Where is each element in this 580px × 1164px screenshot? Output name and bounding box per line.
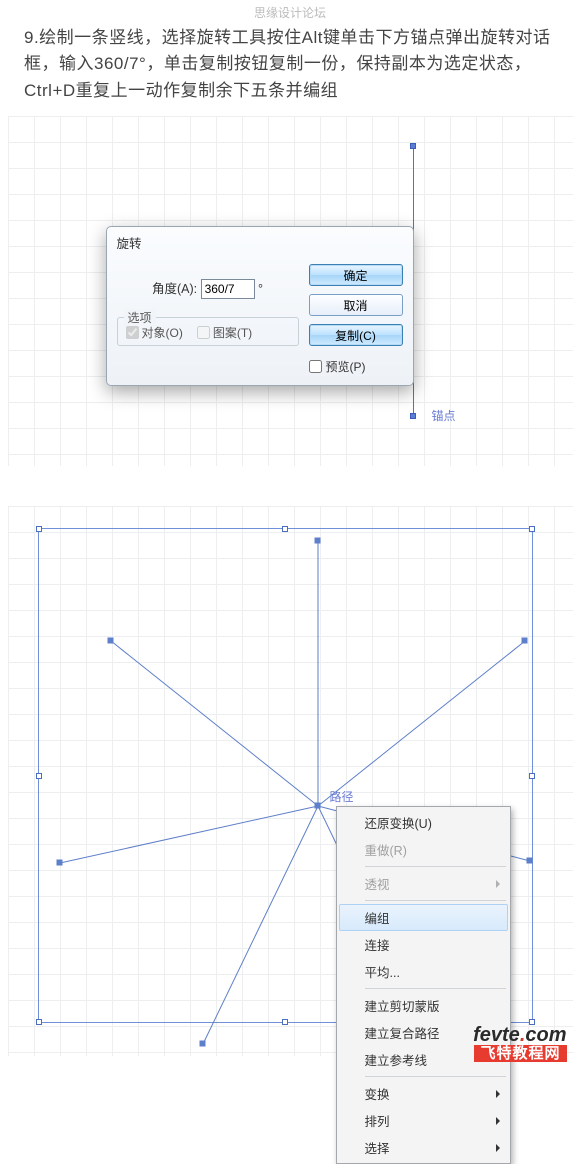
context-menu: 还原变换(U) 重做(R) 透视 编组 连接 平均... 建立剪切蒙版 建立复合… [336,806,511,1164]
path-label: 路径 [330,788,354,805]
ctx-item-group[interactable]: 编组 [339,904,508,931]
preview-checkbox[interactable]: 预览(P) [309,358,403,375]
pattern-checkbox-label: 图案(T) [213,324,252,341]
brand-suffix: com [525,1024,566,1046]
rotate-dialog: 旋转 角度(A): ° 选项 对象(O) [106,226,414,386]
ctx-item-transform[interactable]: 变换 [339,1080,508,1107]
submenu-arrow-icon [496,1090,500,1098]
anchor-label: 锚点 [432,407,456,424]
object-checkbox-label: 对象(O) [142,324,183,341]
footer-branding: fevte.com 飞特教程网 [473,1025,566,1062]
preview-checkbox-input[interactable] [309,360,322,373]
canvas-top[interactable]: 锚点 旋转 角度(A): ° 选项 对象(O) [8,116,573,466]
pattern-checkbox-input[interactable] [197,326,210,339]
ctx-separator [365,866,506,867]
ctx-item-join[interactable]: 连接 [339,931,508,958]
object-checkbox[interactable]: 对象(O) [126,324,183,341]
ctx-item-select[interactable]: 选择 [339,1134,508,1161]
ctx-separator [365,900,506,901]
ctx-item-label: 变换 [365,1088,390,1102]
options-group: 选项 对象(O) 图案(T) [117,317,299,346]
ctx-item-label: 排列 [365,1115,390,1129]
watermark-text: 思缘设计论坛 [0,0,580,25]
anchor-point-bottom[interactable] [410,413,416,419]
angle-row: 角度(A): ° [117,278,299,299]
brand-logo: fevte.com [473,1025,566,1045]
angle-label: 角度(A): [152,282,197,296]
submenu-arrow-icon [496,1144,500,1152]
object-checkbox-input[interactable] [126,326,139,339]
preview-checkbox-label: 预览(P) [326,358,366,375]
ctx-item-label: 透视 [365,878,390,892]
ctx-item-label: 选择 [365,1142,390,1156]
site-name: 飞特教程网 [474,1045,566,1062]
ctx-separator [365,1076,506,1077]
pattern-checkbox[interactable]: 图案(T) [197,324,252,341]
ctx-item-average[interactable]: 平均... [339,958,508,985]
submenu-arrow-icon [496,880,500,888]
angle-input[interactable] [201,279,255,299]
canvas-bottom[interactable]: 路径 还原变换(U) 重做(R) 透视 编组 连接 平均... 建立剪切蒙版 建… [8,506,573,1056]
anchor-point-top[interactable] [410,143,416,149]
ctx-item-arrange[interactable]: 排列 [339,1107,508,1134]
step-instruction: 9.绘制一条竖线，选择旋转工具按住Alt键单击下方锚点弹出旋转对话框，输入360… [0,25,580,116]
ctx-item-perspective: 透视 [339,870,508,897]
copy-button[interactable]: 复制(C) [309,324,403,346]
options-legend: 选项 [124,309,156,326]
ok-button[interactable]: 确定 [309,264,403,286]
ctx-item-redo: 重做(R) [339,836,508,863]
ctx-item-undo-transform[interactable]: 还原变换(U) [339,809,508,836]
angle-unit: ° [258,282,263,296]
submenu-arrow-icon [496,1117,500,1125]
ctx-separator [365,988,506,989]
cancel-button[interactable]: 取消 [309,294,403,316]
dialog-title: 旋转 [107,227,413,258]
brand-prefix: fevte [473,1024,520,1046]
ctx-item-make-clipping-mask[interactable]: 建立剪切蒙版 [339,992,508,1019]
